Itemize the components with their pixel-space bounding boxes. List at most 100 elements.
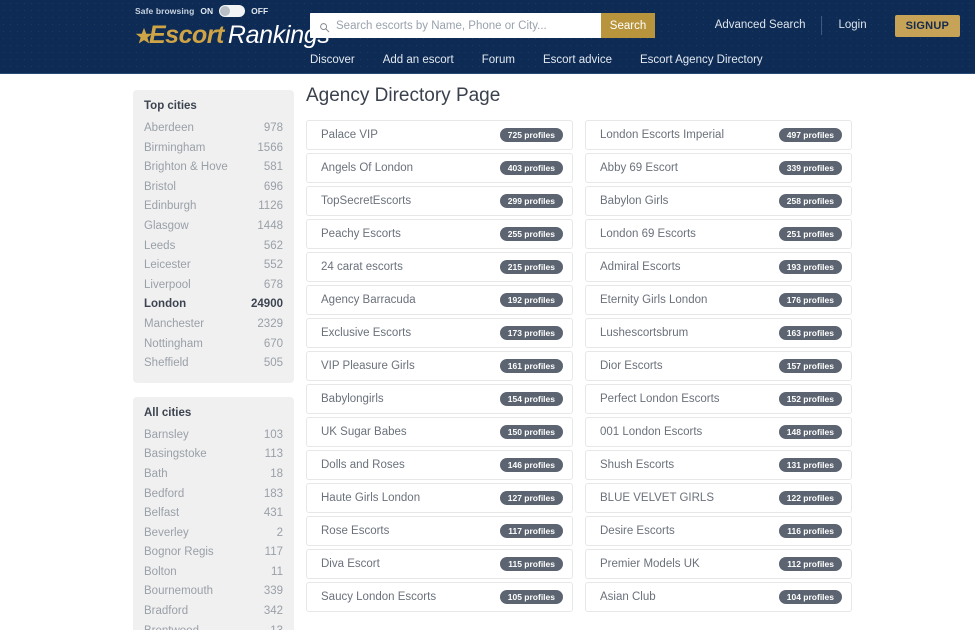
all-city-barnsley[interactable]: Barnsley 103 — [144, 426, 283, 446]
top-city-sheffield[interactable]: Sheffield 505 — [144, 354, 283, 374]
top-city-manchester[interactable]: Manchester 2329 — [144, 315, 283, 335]
search-input[interactable] — [336, 13, 601, 38]
agency-name: Dior Escorts — [600, 360, 663, 372]
top-cities-list: Aberdeen 978 Birmingham 1566 Brighton & Hove… — [144, 119, 283, 374]
city-name: Sheffield — [144, 357, 189, 370]
all-city-bognor-regis[interactable]: Bognor Regis 117 — [144, 543, 283, 563]
profiles-count-badge: 193 profiles — [778, 259, 842, 275]
agency-row[interactable]: Shush Escorts 131 profiles — [585, 450, 852, 480]
agency-name: Exclusive Escorts — [321, 327, 412, 339]
top-city-london[interactable]: London 24900 — [144, 295, 283, 315]
top-city-brighton-hove[interactable]: Brighton & Hove 581 — [144, 158, 283, 178]
agency-row[interactable]: Dolls and Roses 146 profiles — [306, 450, 573, 480]
top-city-nottingham[interactable]: Nottingham 670 — [144, 335, 283, 355]
top-city-leicester[interactable]: Leicester 552 — [144, 256, 283, 276]
all-city-brentwood[interactable]: Brentwood 13 — [144, 622, 283, 630]
main-content: Agency Directory Page Palace VIP 725 prof… — [306, 74, 861, 615]
agency-row[interactable]: Dior Escorts 157 profiles — [585, 351, 852, 381]
all-city-bolton[interactable]: Bolton 11 — [144, 563, 283, 583]
safe-browsing-control[interactable]: Safe browsing ON OFF — [135, 4, 268, 17]
agency-row[interactable]: 24 carat escorts 215 profiles — [306, 252, 573, 282]
all-city-basingstoke[interactable]: Basingstoke 113 — [144, 445, 283, 465]
safe-browsing-toggle[interactable] — [219, 4, 246, 17]
nav-item-forum[interactable]: Forum — [482, 50, 515, 70]
agency-row[interactable]: Palace VIP 725 profiles — [306, 120, 573, 150]
agency-row[interactable]: Babylongirls 154 profiles — [306, 384, 573, 414]
agency-row[interactable]: Eternity Girls London 176 profiles — [585, 285, 852, 315]
city-name: Basingstoke — [144, 448, 207, 461]
agency-row[interactable]: Perfect London Escorts 152 profiles — [585, 384, 852, 414]
top-city-leeds[interactable]: Leeds 562 — [144, 237, 283, 257]
top-city-edinburgh[interactable]: Edinburgh 1126 — [144, 197, 283, 217]
all-city-bedford[interactable]: Bedford 183 — [144, 485, 283, 505]
agency-row[interactable]: Diva Escort 115 profiles — [306, 549, 573, 579]
city-count: 24900 — [251, 298, 283, 311]
city-count: 342 — [263, 605, 283, 618]
safe-browsing-on-label: ON — [200, 5, 214, 16]
all-city-belfast[interactable]: Belfast 431 — [144, 504, 283, 524]
all-city-bournemouth[interactable]: Bournemouth 339 — [144, 582, 283, 602]
site-logo[interactable]: Escort Rankings — [135, 21, 330, 49]
nav-item-escort-agency-directory[interactable]: Escort Agency Directory — [640, 50, 763, 70]
agency-name: 001 London Escorts — [600, 426, 703, 438]
advanced-search-link[interactable]: Advanced Search — [699, 13, 822, 38]
city-count: 339 — [263, 585, 283, 598]
profiles-count-badge: 122 profiles — [778, 490, 842, 506]
top-city-glasgow[interactable]: Glasgow 1448 — [144, 217, 283, 237]
profiles-count-badge: 157 profiles — [778, 358, 842, 374]
profiles-count-badge: 117 profiles — [500, 523, 563, 539]
agency-name: Premier Models UK — [600, 558, 700, 570]
all-city-bath[interactable]: Bath 18 — [144, 465, 283, 485]
agency-row[interactable]: Babylon Girls 258 profiles — [585, 186, 852, 216]
page-body: Top cities Aberdeen 978 Birmingham 1566 Brig… — [0, 74, 975, 630]
agency-row[interactable]: Abby 69 Escort 339 profiles — [585, 153, 852, 183]
agency-row[interactable]: Angels Of London 403 profiles — [306, 153, 573, 183]
agency-row[interactable]: Agency Barracuda 192 profiles — [306, 285, 573, 315]
city-name: Edinburgh — [144, 200, 197, 213]
nav-item-discover[interactable]: Discover — [310, 50, 355, 70]
agency-name: Admiral Escorts — [600, 261, 681, 273]
safe-browsing-label: Safe browsing — [135, 5, 195, 16]
agency-row[interactable]: TopSecretEscorts 299 profiles — [306, 186, 573, 216]
login-link[interactable]: Login — [822, 13, 882, 38]
profiles-count-badge: 251 profiles — [778, 226, 842, 242]
agency-name: UK Sugar Babes — [321, 426, 407, 438]
agency-row[interactable]: London Escorts Imperial 497 profiles — [585, 120, 852, 150]
top-city-birmingham[interactable]: Birmingham 1566 — [144, 139, 283, 159]
all-city-bradford[interactable]: Bradford 342 — [144, 602, 283, 622]
search-button[interactable]: Search — [601, 13, 655, 38]
agency-name: Angels Of London — [321, 162, 414, 174]
agency-row[interactable]: Premier Models UK 112 profiles — [585, 549, 852, 579]
agency-row[interactable]: Lushescortsbrum 163 profiles — [585, 318, 852, 348]
search-field[interactable] — [310, 13, 601, 38]
agency-name: Rose Escorts — [321, 525, 390, 537]
agency-name: Babylongirls — [321, 393, 384, 405]
agency-name: London 69 Escorts — [600, 228, 696, 240]
nav-item-add-an-escort[interactable]: Add an escort — [383, 50, 454, 70]
agency-row[interactable]: 001 London Escorts 148 profiles — [585, 417, 852, 447]
agency-row[interactable]: London 69 Escorts 251 profiles — [585, 219, 852, 249]
site-header: Safe browsing ON OFF Escort Rankings Sea… — [0, 0, 975, 74]
agency-row[interactable]: VIP Pleasure Girls 161 profiles — [306, 351, 573, 381]
top-city-bristol[interactable]: Bristol 696 — [144, 178, 283, 198]
top-cities-panel: Top cities Aberdeen 978 Birmingham 1566 Brig… — [133, 90, 294, 383]
search-bar[interactable]: Search — [310, 13, 655, 38]
all-city-beverley[interactable]: Beverley 2 — [144, 524, 283, 544]
nav-item-escort-advice[interactable]: Escort advice — [543, 50, 612, 70]
agency-row[interactable]: Rose Escorts 117 profiles — [306, 516, 573, 546]
city-count: 1566 — [257, 141, 283, 154]
top-city-aberdeen[interactable]: Aberdeen 978 — [144, 119, 283, 139]
agency-row[interactable]: Asian Club 104 profiles — [585, 582, 852, 612]
agency-row[interactable]: BLUE VELVET GIRLS 122 profiles — [585, 483, 852, 513]
top-city-liverpool[interactable]: Liverpool 678 — [144, 276, 283, 296]
city-name: Liverpool — [144, 278, 191, 291]
agency-row[interactable]: Admiral Escorts 193 profiles — [585, 252, 852, 282]
agency-row[interactable]: Peachy Escorts 255 profiles — [306, 219, 573, 249]
city-count: 562 — [263, 239, 283, 252]
signup-button[interactable]: SIGNUP — [894, 14, 960, 37]
agency-row[interactable]: Exclusive Escorts 173 profiles — [306, 318, 573, 348]
agency-row[interactable]: Desire Escorts 116 profiles — [585, 516, 852, 546]
agency-row[interactable]: Saucy London Escorts 105 profiles — [306, 582, 573, 612]
agency-row[interactable]: UK Sugar Babes 150 profiles — [306, 417, 573, 447]
agency-row[interactable]: Haute Girls London 127 profiles — [306, 483, 573, 513]
